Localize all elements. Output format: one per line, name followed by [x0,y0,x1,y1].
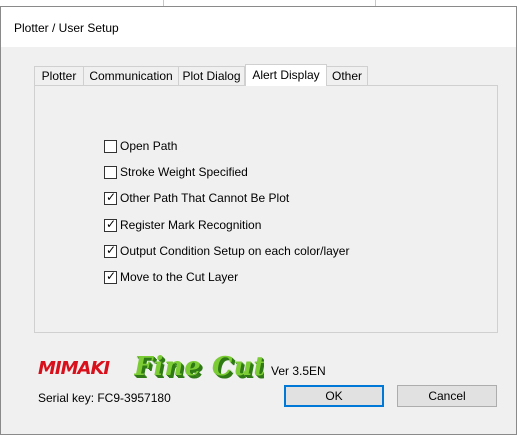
register-mark-label[interactable]: Register Mark Recognition [120,218,261,232]
open-path-checkbox[interactable] [104,139,117,153]
svg-text:Fine Cut 9: Fine Cut 9 [134,352,264,382]
cancel-button[interactable]: Cancel [397,385,497,407]
option-stroke-weight[interactable]: Stroke Weight Specified [104,164,248,180]
option-register-mark[interactable]: ✓ Register Mark Recognition [104,217,261,233]
finecut-logo-graphic: Fine Cut 9 Fine Cut 9 [133,352,297,384]
option-open-path[interactable]: Open Path [104,138,177,154]
checkmark-icon: ✓ [106,242,117,257]
tab-communication[interactable]: Communication [83,66,179,85]
tab-alert-display[interactable]: Alert Display [245,64,327,86]
alert-display-panel [34,85,498,333]
output-condition-label[interactable]: Output Condition Setup on each color/lay… [120,244,349,258]
checkmark-icon: ✓ [106,268,117,283]
move-to-cut-layer-checkbox[interactable]: ✓ [104,268,117,284]
tab-other[interactable]: Other [326,66,368,85]
option-other-path[interactable]: ✓ Other Path That Cannot Be Plot [104,190,289,206]
mimaki-logo: MIMAKI [38,356,126,383]
ok-button[interactable]: OK [284,385,384,407]
stroke-weight-checkbox[interactable] [104,165,117,179]
finecut-logo: Fine Cut 9 Fine Cut 9 [133,351,297,392]
register-mark-checkbox[interactable]: ✓ [104,216,117,232]
tab-plot-dialog[interactable]: Plot Dialog [178,66,245,85]
stroke-weight-label[interactable]: Stroke Weight Specified [120,165,248,179]
other-path-checkbox[interactable]: ✓ [104,189,117,205]
move-to-cut-layer-label[interactable]: Move to the Cut Layer [120,270,238,284]
option-output-condition[interactable]: ✓ Output Condition Setup on each color/l… [104,243,349,259]
checkmark-icon: ✓ [106,189,117,204]
option-move-to-cut-layer[interactable]: ✓ Move to the Cut Layer [104,269,238,285]
tab-plotter[interactable]: Plotter [34,66,84,85]
svg-text:MIMAKI: MIMAKI [38,358,110,378]
output-condition-checkbox[interactable]: ✓ [104,242,117,258]
open-path-label[interactable]: Open Path [120,139,177,153]
version-label: Ver 3.5EN [271,364,326,378]
checkmark-icon: ✓ [106,216,117,231]
other-path-label[interactable]: Other Path That Cannot Be Plot [120,191,289,205]
serial-key-label: Serial key: FC9-3957180 [38,391,171,405]
mimaki-logo-graphic: MIMAKI [38,358,111,379]
window-title: Plotter / User Setup [14,21,119,35]
title-bar[interactable]: Plotter / User Setup [1,7,516,47]
